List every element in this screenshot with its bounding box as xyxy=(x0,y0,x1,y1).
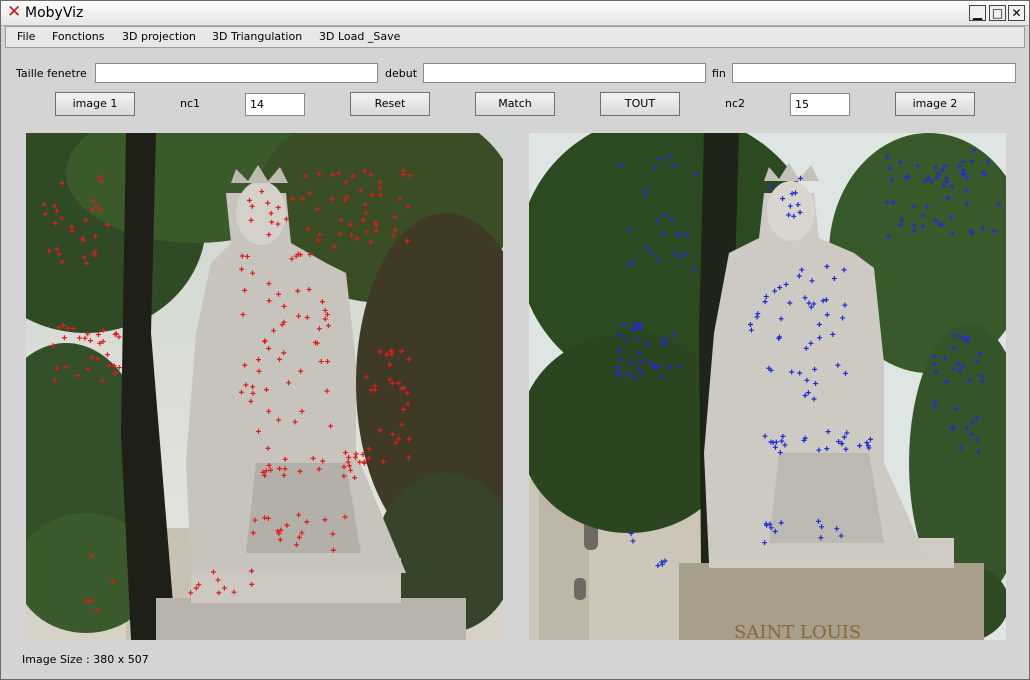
image1-button[interactable]: image 1 xyxy=(55,92,135,116)
nc1-label: nc1 xyxy=(180,97,201,110)
left-image-panel[interactable] xyxy=(26,133,503,640)
maximize-button[interactable]: □ xyxy=(989,5,1006,21)
nc2-label: nc2 xyxy=(725,97,746,110)
left-image xyxy=(26,133,503,640)
debut-label: debut xyxy=(385,67,418,80)
fin-label: fin xyxy=(712,67,726,80)
debut-field[interactable] xyxy=(423,63,706,83)
match-button[interactable]: Match xyxy=(475,92,555,116)
right-image-panel[interactable]: SAINT LOUIS xyxy=(529,133,1006,640)
menu-3d-projection[interactable]: 3D projection xyxy=(122,30,196,43)
close-icon: ✕ xyxy=(1011,6,1022,20)
minimize-icon: ▁ xyxy=(972,6,983,20)
minimize-button[interactable]: ▁ xyxy=(969,5,986,21)
nc1-field[interactable] xyxy=(245,93,305,116)
saint-louis-inscription: SAINT LOUIS xyxy=(734,622,861,640)
fin-field[interactable] xyxy=(732,63,1016,83)
image-size-status: Image Size : 380 x 507 xyxy=(22,653,149,666)
menu-3d-triangulation[interactable]: 3D Triangulation xyxy=(212,30,302,43)
title-bar: ✕ MobyViz ▁ □ ✕ xyxy=(1,1,1029,26)
taille-fenetre-field[interactable] xyxy=(95,63,378,83)
menu-bar: File Fonctions 3D projection 3D Triangul… xyxy=(5,26,1025,48)
app-window: ✕ MobyViz ▁ □ ✕ File Fonctions 3D projec… xyxy=(0,0,1030,680)
image2-button[interactable]: image 2 xyxy=(895,92,975,116)
nc2-field[interactable] xyxy=(790,93,850,116)
reset-button[interactable]: Reset xyxy=(350,92,430,116)
close-button[interactable]: ✕ xyxy=(1008,5,1025,21)
menu-file[interactable]: File xyxy=(17,30,35,43)
menu-fonctions[interactable]: Fonctions xyxy=(52,30,105,43)
tout-button[interactable]: TOUT xyxy=(600,92,680,116)
window-title: MobyViz xyxy=(25,5,84,21)
right-image: SAINT LOUIS xyxy=(529,133,1006,640)
menu-3d-load-save[interactable]: 3D Load _Save xyxy=(319,30,400,43)
taille-fenetre-label: Taille fenetre xyxy=(16,67,87,80)
maximize-icon: □ xyxy=(991,6,1004,20)
app-close-x-icon: ✕ xyxy=(7,2,22,22)
